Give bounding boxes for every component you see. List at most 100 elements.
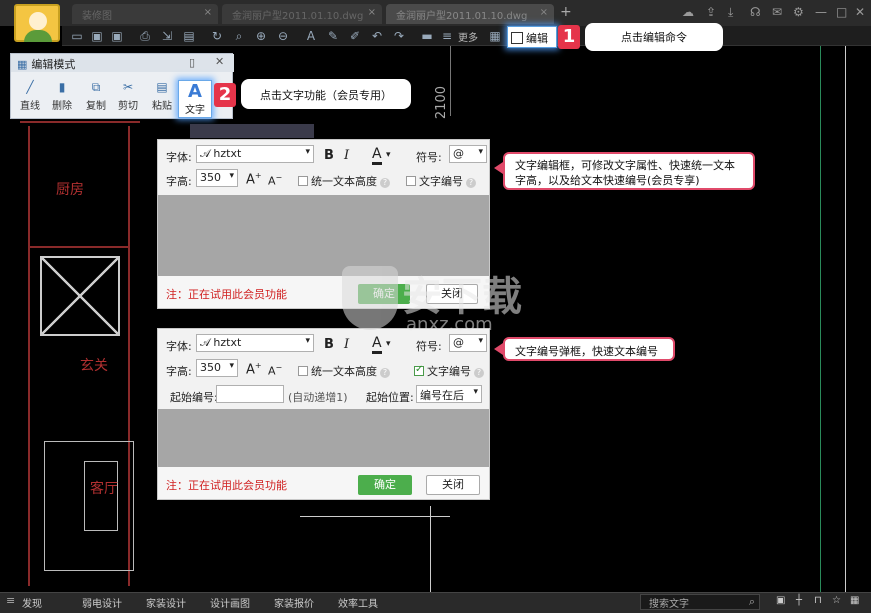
decrease-font-button[interactable]: A− bbox=[268, 173, 282, 188]
pen-icon[interactable]: ✎ bbox=[326, 29, 340, 43]
gift-icon[interactable]: ✉ bbox=[772, 5, 782, 19]
tab-3[interactable]: 金润丽户型2011.01.10.dwg × bbox=[386, 4, 554, 24]
minimize-icon[interactable]: — bbox=[815, 5, 827, 19]
help-icon[interactable]: ? bbox=[380, 368, 390, 378]
text-number-checkbox[interactable]: 文字编号? bbox=[414, 363, 484, 379]
checkbox[interactable] bbox=[406, 176, 416, 186]
font-label: 字体: bbox=[166, 340, 192, 353]
cut-tool[interactable]: ✂ 剪切 bbox=[113, 80, 143, 112]
symbol-select[interactable]: @ ▾ bbox=[449, 145, 487, 163]
phone-icon[interactable]: ▯ bbox=[189, 56, 195, 69]
status-tab-drawing[interactable]: 设计画图 bbox=[210, 595, 250, 610]
checkbox[interactable] bbox=[298, 176, 308, 186]
paste-tool[interactable]: ▤ 粘贴 bbox=[147, 80, 177, 112]
close-button[interactable]: 关闭 bbox=[426, 475, 480, 495]
layout-icon[interactable]: ▣ bbox=[776, 595, 785, 606]
add-tab-icon[interactable]: + bbox=[560, 4, 572, 20]
brush-icon[interactable]: ✐ bbox=[348, 29, 362, 43]
chevron-down-icon[interactable]: ▾ bbox=[386, 150, 391, 160]
status-tab-home-design[interactable]: 家装设计 bbox=[146, 595, 186, 610]
tab-label: 金润丽户型2011.01.10.dwg bbox=[232, 11, 364, 22]
close-window-icon[interactable]: ✕ bbox=[855, 5, 865, 19]
help-icon[interactable]: ? bbox=[380, 178, 390, 188]
text-icon[interactable]: A bbox=[304, 29, 318, 43]
open-folder-icon[interactable]: ▭ bbox=[70, 29, 84, 43]
callout-pointer bbox=[494, 343, 503, 355]
start-number-input[interactable] bbox=[216, 385, 284, 403]
tool-label: 直线 bbox=[20, 101, 40, 112]
checkbox[interactable] bbox=[298, 366, 308, 376]
status-tab-quote[interactable]: 家装报价 bbox=[274, 595, 314, 610]
font-color-button[interactable]: A bbox=[372, 146, 382, 165]
settings-icon[interactable]: ⚙ bbox=[793, 5, 804, 19]
close-icon[interactable]: × bbox=[368, 7, 376, 18]
download-icon[interactable]: ⤓ bbox=[728, 5, 733, 20]
palette-icon[interactable]: ▦ bbox=[850, 595, 859, 606]
close-icon[interactable]: ✕ bbox=[215, 55, 224, 68]
status-tab-discover[interactable]: 发现 bbox=[22, 595, 42, 610]
font-select[interactable]: 𝒜hztxt ▾ bbox=[196, 145, 314, 163]
uniform-height-checkbox[interactable]: 统一文本高度? bbox=[298, 363, 390, 379]
help-icon[interactable]: ? bbox=[474, 368, 484, 378]
copy-tool[interactable]: ⧉ 复制 bbox=[81, 80, 111, 112]
box-icon[interactable]: ▦ bbox=[488, 29, 502, 43]
zoom-window-icon[interactable]: ⌕ bbox=[232, 29, 246, 43]
avatar[interactable] bbox=[14, 4, 60, 42]
search-input[interactable]: 搜索文字 ⌕ bbox=[640, 594, 760, 610]
star-icon[interactable]: ☆ bbox=[832, 595, 841, 606]
tab-2[interactable]: 金润丽户型2011.01.10.dwg × bbox=[222, 4, 382, 24]
pdf-icon[interactable]: ▤ bbox=[182, 29, 196, 43]
dim-line bbox=[430, 506, 431, 592]
tab-1[interactable]: 装修图 × bbox=[72, 4, 218, 24]
room-label-kitchen: 厨房 bbox=[56, 182, 84, 198]
text-preview-area[interactable] bbox=[158, 409, 489, 467]
search-icon[interactable]: ⌕ bbox=[749, 595, 755, 609]
bold-button[interactable]: B bbox=[324, 148, 334, 163]
uniform-height-label: 统一文本高度 bbox=[311, 365, 377, 378]
paste-icon: ▤ bbox=[156, 80, 168, 94]
font-row: 字体: 𝒜hztxt ▾ B I A ▾ 符号: @ ▾ bbox=[166, 145, 487, 169]
ok-button[interactable]: 确定 bbox=[358, 475, 412, 495]
snap-icon[interactable]: ⊓ bbox=[814, 595, 822, 606]
rotate-icon[interactable]: ↻ bbox=[210, 29, 224, 43]
decrease-font-button[interactable]: A− bbox=[268, 363, 282, 378]
zoom-in-icon[interactable]: ⊕ bbox=[254, 29, 268, 43]
ruler-icon[interactable]: ▬ bbox=[420, 29, 434, 43]
height-select[interactable]: 350 ▾ bbox=[196, 359, 238, 377]
headset-icon[interactable]: ☊ bbox=[750, 5, 761, 19]
font-select[interactable]: 𝒜hztxt ▾ bbox=[196, 334, 314, 352]
status-tab-weak-current[interactable]: 弱电设计 bbox=[82, 595, 122, 610]
height-select[interactable]: 350 ▾ bbox=[196, 169, 238, 187]
zoom-out-icon[interactable]: ⊖ bbox=[276, 29, 290, 43]
share-icon[interactable]: ⇪ bbox=[706, 5, 716, 19]
bold-button[interactable]: B bbox=[324, 337, 334, 352]
checkbox-checked[interactable] bbox=[414, 364, 424, 376]
redo-icon[interactable]: ↷ bbox=[392, 29, 406, 43]
text-tool[interactable]: A 文字 bbox=[178, 80, 212, 118]
uniform-height-checkbox[interactable]: 统一文本高度? bbox=[298, 173, 390, 189]
layers-icon[interactable]: ≡ bbox=[440, 29, 454, 43]
maximize-icon[interactable]: □ bbox=[836, 5, 847, 19]
cloud-icon[interactable]: ☁ bbox=[682, 5, 694, 19]
increase-font-button[interactable]: A+ bbox=[246, 361, 262, 377]
status-tab-tools[interactable]: 效率工具 bbox=[338, 595, 378, 610]
close-icon[interactable]: × bbox=[204, 7, 212, 18]
delete-tool[interactable]: ▮ 删除 bbox=[47, 80, 77, 112]
start-position-select[interactable]: 编号在后 ▾ bbox=[416, 385, 482, 403]
step-badge-1: 1 bbox=[558, 25, 580, 49]
edit-button[interactable]: 编辑 bbox=[507, 26, 557, 48]
undo-icon[interactable]: ↶ bbox=[370, 29, 384, 43]
increase-font-button[interactable]: A+ bbox=[246, 171, 262, 187]
text-number-checkbox[interactable]: 文字编号? bbox=[406, 173, 476, 189]
save-icon[interactable]: ▣ bbox=[90, 29, 104, 43]
export-icon[interactable]: ⇲ bbox=[160, 29, 174, 43]
close-icon[interactable]: × bbox=[540, 7, 548, 18]
help-icon[interactable]: ? bbox=[466, 178, 476, 188]
save-as-icon[interactable]: ▣ bbox=[110, 29, 124, 43]
more-button[interactable]: 更多 bbox=[458, 29, 478, 44]
grid-icon[interactable]: ┼ bbox=[796, 595, 802, 606]
status-menu-icon[interactable]: ≡ bbox=[6, 594, 15, 607]
line-tool[interactable]: ╱ 直线 bbox=[15, 80, 45, 112]
print-icon[interactable]: ⎙ bbox=[138, 29, 152, 43]
italic-button[interactable]: I bbox=[344, 148, 349, 163]
